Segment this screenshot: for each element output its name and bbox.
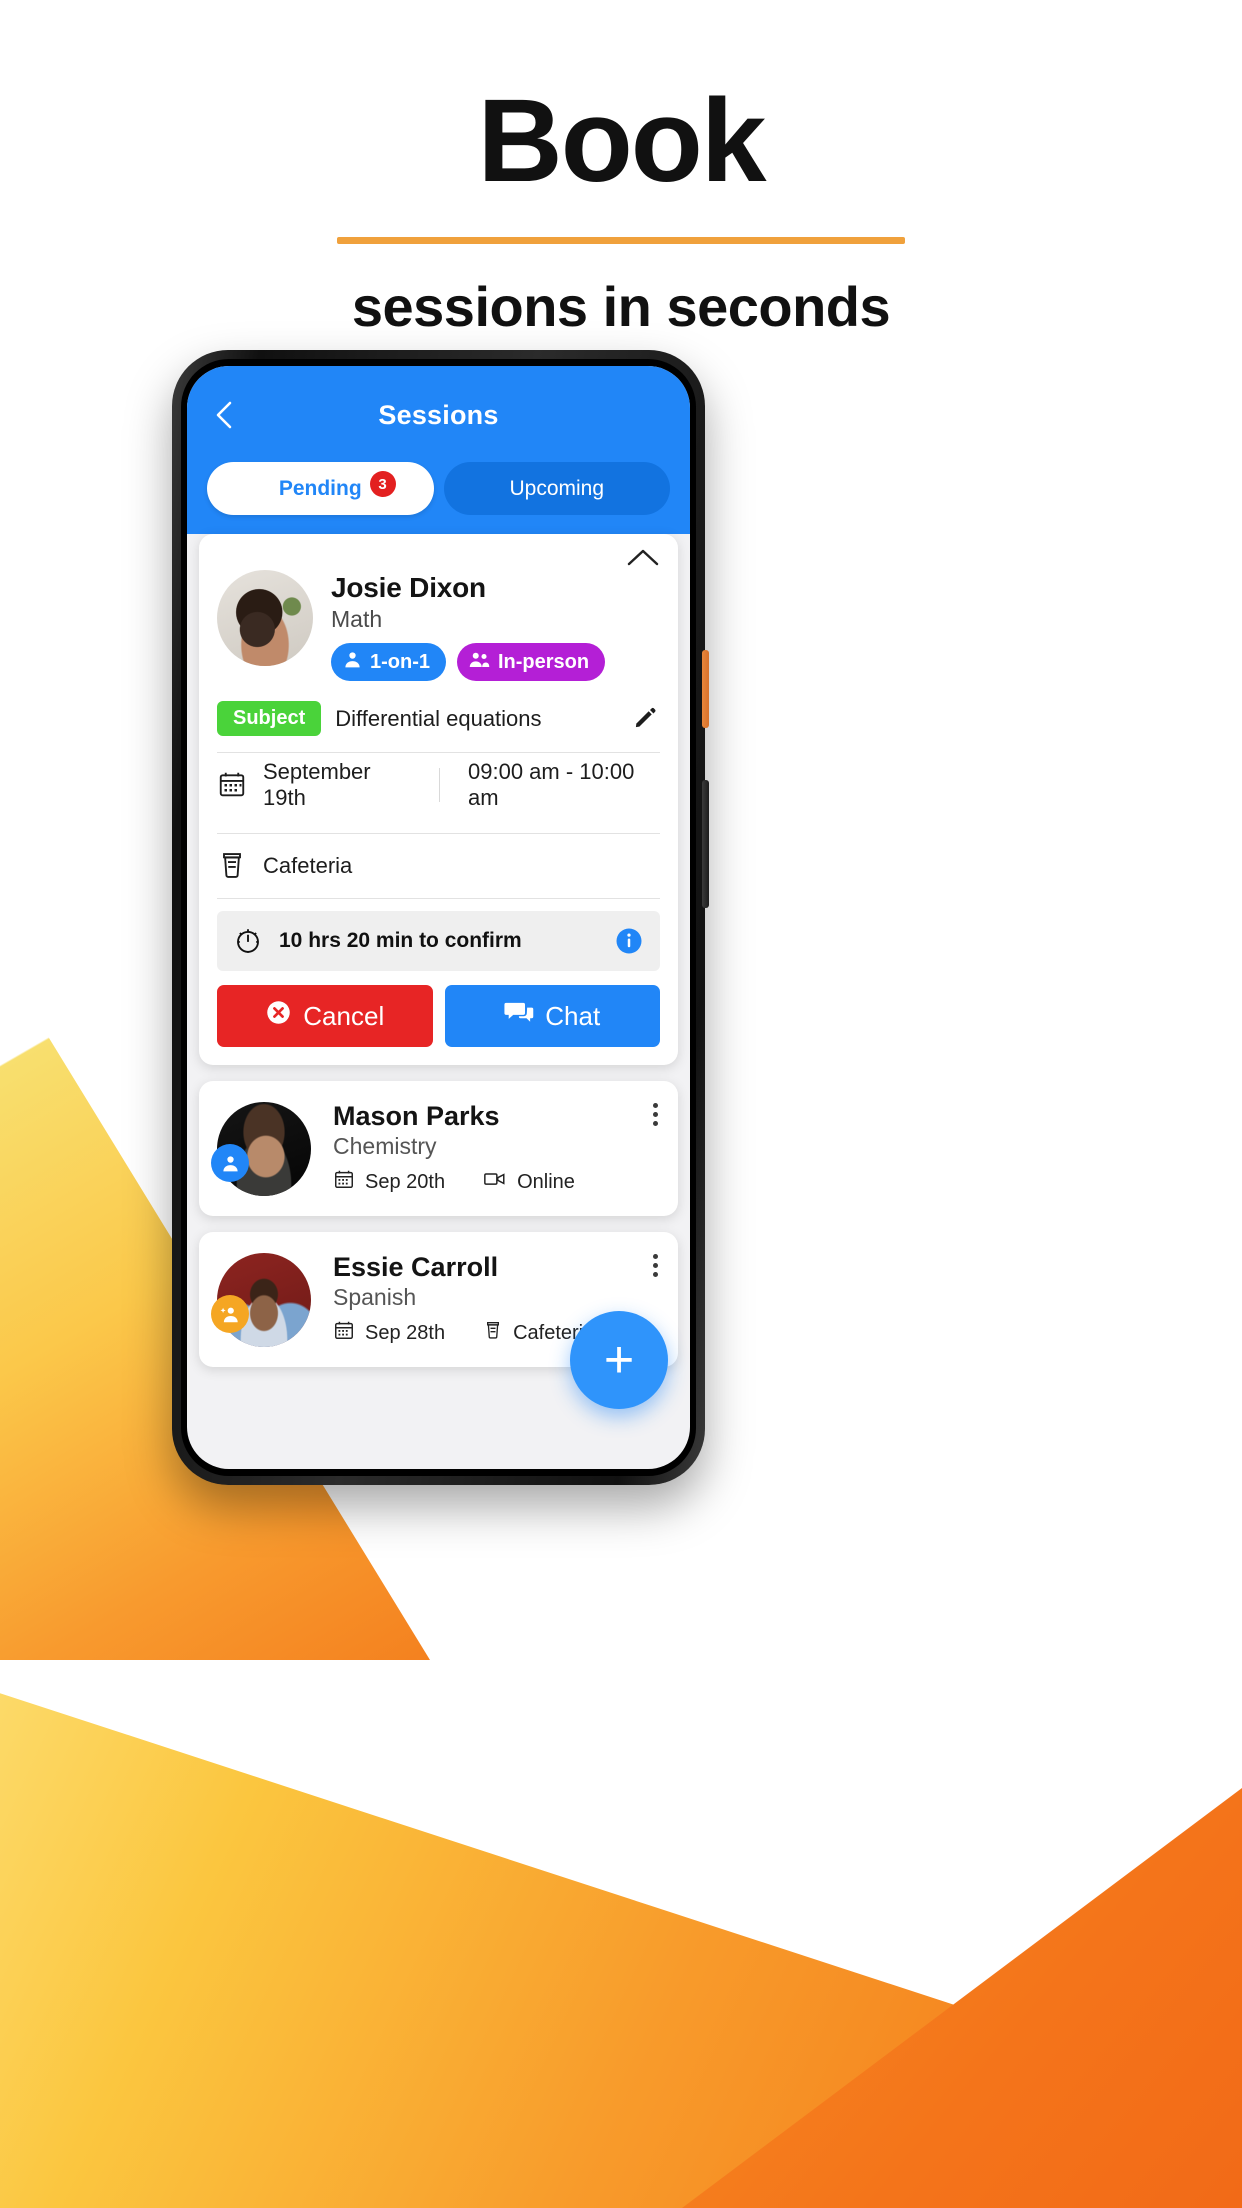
session-info: Mason Parks Chemistry Sep 20th Online — [333, 1101, 575, 1196]
session-location-row: Cafeteria — [217, 834, 660, 898]
promo-subheadline: sessions in seconds — [351, 275, 891, 339]
tab-upcoming-label: Upcoming — [509, 476, 605, 500]
person-icon — [211, 1144, 249, 1182]
session-date: Sep 20th — [365, 1170, 446, 1193]
session-subject-area: Math — [331, 606, 383, 632]
session-meta: Sep 28th Cafeteria — [333, 1319, 594, 1347]
session-subject-area: Chemistry — [333, 1133, 437, 1159]
confirm-timer-bar: 10 hrs 20 min to confirm — [217, 911, 660, 971]
plus-icon: + — [603, 1331, 635, 1389]
divider — [217, 898, 660, 899]
session-person-name: Josie Dixon — [331, 572, 486, 603]
subject-value: Differential equations — [335, 705, 542, 731]
session-datetime-row: September 19th 09:00 am - 10:00 am — [217, 753, 660, 817]
phone-volume-button — [702, 780, 709, 908]
coffee-cup-icon — [217, 850, 249, 882]
phone-mockup: Sessions Pending 3 Upcoming Josie Dixon … — [172, 350, 709, 1485]
session-chips: 1-on-1 In-person — [331, 643, 606, 681]
tab-pending[interactable]: Pending 3 — [207, 462, 434, 515]
avatar-photo — [217, 570, 313, 666]
chip-one-on-one-label: 1-on-1 — [370, 650, 430, 673]
add-session-fab[interactable]: + — [570, 1311, 668, 1409]
session-list[interactable]: Josie Dixon Math 1-on-1 In-person Subjec… — [187, 534, 690, 1469]
session-date: September 19th — [263, 759, 371, 810]
person-icon — [343, 650, 362, 675]
session-card-mason-parks[interactable]: Mason Parks Chemistry Sep 20th Online — [199, 1081, 678, 1216]
session-card-expanded[interactable]: Josie Dixon Math 1-on-1 In-person Subjec… — [199, 534, 678, 1065]
people-icon — [469, 650, 490, 675]
tab-bar: Pending 3 Upcoming — [207, 462, 670, 515]
chat-button-label: Chat — [545, 1000, 601, 1031]
session-person-name: Mason Parks — [333, 1101, 500, 1131]
chip-one-on-one[interactable]: 1-on-1 — [331, 643, 446, 681]
session-date: Sep 28th — [365, 1321, 446, 1344]
pencil-icon[interactable] — [632, 705, 660, 733]
session-info: Essie Carroll Spanish Sep 28th Cafeteria — [333, 1252, 594, 1347]
chevron-left-icon[interactable] — [207, 398, 241, 432]
avatar — [217, 570, 313, 666]
kebab-menu-icon[interactable] — [653, 1103, 658, 1126]
subject-tag: Subject — [217, 701, 322, 736]
session-mode: Online — [517, 1170, 575, 1193]
chip-in-person[interactable]: In-person — [457, 643, 606, 681]
session-subject-row: Subject Differential equations — [217, 701, 660, 736]
divider-vertical — [439, 768, 440, 802]
stopwatch-icon — [233, 925, 265, 957]
session-person-info: Josie Dixon Math 1-on-1 In-person — [331, 570, 606, 681]
person-add-icon — [211, 1295, 249, 1333]
promo-headline: Book — [477, 75, 767, 207]
info-icon[interactable] — [614, 926, 644, 956]
session-actions: Cancel Chat — [217, 985, 660, 1047]
promo-divider — [337, 237, 905, 245]
phone-power-button — [702, 650, 709, 728]
status-badge: 3 — [369, 471, 396, 497]
phone-screen: Sessions Pending 3 Upcoming Josie Dixon … — [187, 366, 690, 1469]
coffee-cup-icon — [483, 1319, 503, 1347]
session-location: Cafeteria — [263, 853, 353, 878]
session-person-row: Josie Dixon Math 1-on-1 In-person — [217, 570, 660, 681]
session-time: 09:00 am - 10:00 am — [468, 759, 635, 810]
calendar-icon — [333, 1319, 355, 1347]
kebab-menu-icon[interactable] — [653, 1254, 658, 1277]
tab-upcoming[interactable]: Upcoming — [443, 462, 670, 515]
chat-button[interactable]: Chat — [444, 985, 660, 1047]
chevron-up-icon[interactable] — [626, 546, 660, 572]
promo-header: Book sessions in seconds — [0, 75, 1242, 339]
video-camera-icon — [483, 1169, 507, 1195]
confirm-text: 10 hrs 20 min to confirm — [279, 929, 522, 952]
app-header: Sessions Pending 3 Upcoming — [187, 366, 690, 534]
tab-pending-label: Pending — [278, 476, 362, 500]
session-meta: Sep 20th Online — [333, 1168, 575, 1196]
chat-bubbles-icon — [504, 999, 534, 1033]
cancel-circle-icon — [265, 999, 292, 1033]
page-title: Sessions — [378, 399, 499, 430]
session-person-name: Essie Carroll — [333, 1252, 499, 1282]
cancel-button[interactable]: Cancel — [217, 985, 433, 1047]
chip-in-person-label: In-person — [498, 650, 590, 673]
session-subject-area: Spanish — [333, 1284, 417, 1310]
app-header-row: Sessions — [207, 390, 670, 440]
cancel-button-label: Cancel — [303, 1000, 385, 1031]
session-card-body: Josie Dixon Math 1-on-1 In-person Subjec… — [199, 534, 678, 1065]
phone-bezel: Sessions Pending 3 Upcoming Josie Dixon … — [181, 359, 696, 1476]
calendar-icon — [333, 1168, 355, 1196]
calendar-icon — [217, 769, 249, 801]
